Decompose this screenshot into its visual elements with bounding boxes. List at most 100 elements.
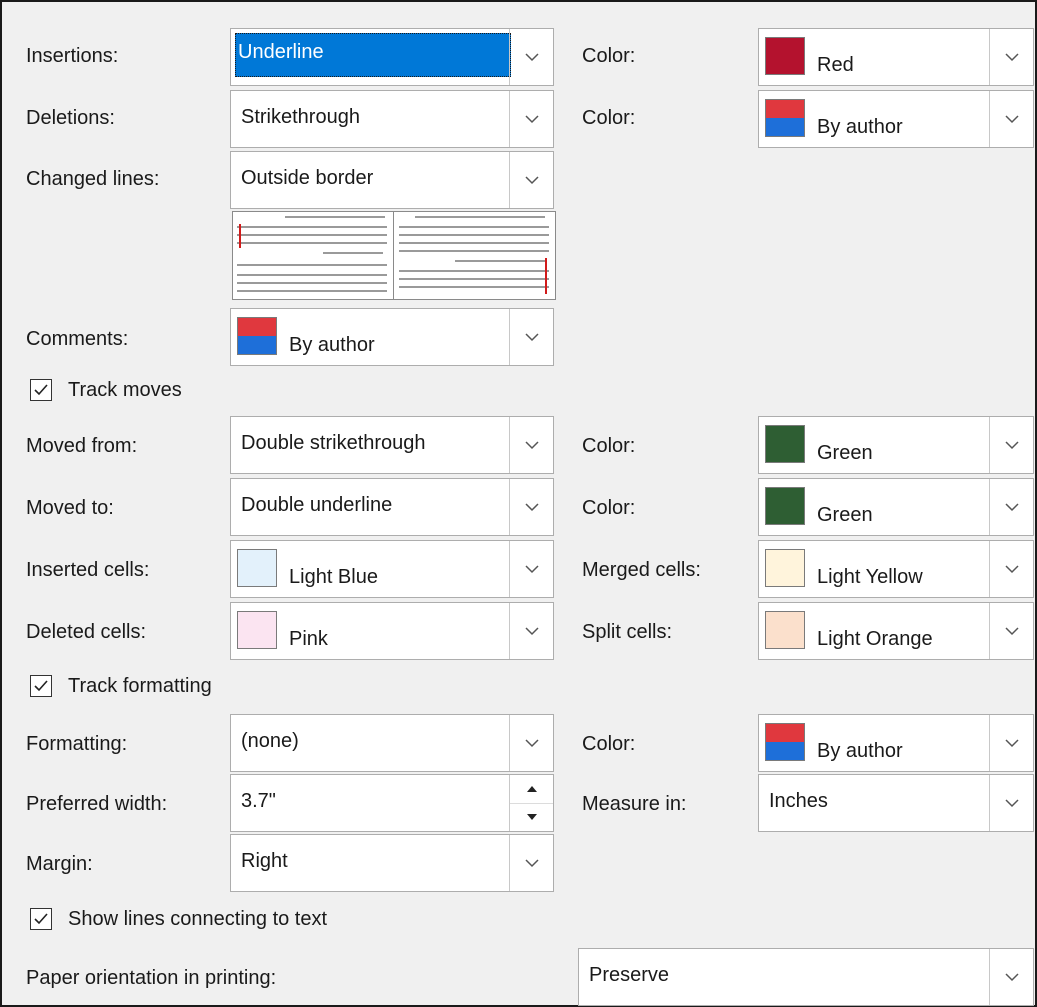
inserted-cells-value: Light Blue bbox=[289, 566, 378, 588]
margin-dropdown[interactable]: Right bbox=[230, 834, 554, 892]
insertions-color-label: Color: bbox=[582, 45, 636, 67]
chevron-down-icon[interactable] bbox=[989, 417, 1033, 473]
deleted-cells-value: Pink bbox=[289, 628, 328, 650]
comments-value: By author bbox=[289, 334, 375, 356]
track-formatting-label[interactable]: Track formatting bbox=[68, 674, 212, 698]
color-swatch-pink bbox=[237, 611, 277, 649]
formatting-color-label: Color: bbox=[582, 733, 636, 755]
formatting-color-dropdown[interactable]: By author bbox=[758, 714, 1034, 772]
deleted-cells-label: Deleted cells: bbox=[26, 621, 147, 643]
check-icon bbox=[34, 913, 48, 925]
color-swatch-light-blue bbox=[237, 549, 277, 587]
change-bar-right bbox=[545, 258, 547, 294]
paper-orientation-dropdown[interactable]: Preserve bbox=[578, 948, 1034, 1006]
triangle-up-icon[interactable] bbox=[510, 775, 553, 804]
check-icon bbox=[34, 680, 48, 692]
paper-orientation-label: Paper orientation in printing: bbox=[26, 967, 277, 989]
show-lines-label[interactable]: Show lines connecting to text bbox=[68, 907, 327, 931]
insertions-label: Insertions: bbox=[26, 45, 119, 67]
chevron-down-icon[interactable] bbox=[989, 91, 1033, 147]
moved-to-label: Moved to: bbox=[26, 497, 114, 519]
deleted-cells-dropdown[interactable]: Pink bbox=[230, 602, 554, 660]
measure-in-label: Measure in: bbox=[582, 793, 687, 815]
color-swatch-by-author bbox=[765, 99, 805, 137]
color-swatch-green bbox=[765, 425, 805, 463]
chevron-down-icon[interactable] bbox=[509, 152, 553, 208]
merged-cells-value: Light Yellow bbox=[817, 566, 923, 588]
chevron-down-icon[interactable] bbox=[509, 603, 553, 659]
preferred-width-value[interactable]: 3.7" bbox=[241, 789, 276, 813]
check-icon bbox=[34, 384, 48, 396]
merged-cells-label: Merged cells: bbox=[582, 559, 701, 581]
insertions-color-dropdown[interactable]: Red bbox=[758, 28, 1034, 86]
measure-in-dropdown[interactable]: Inches bbox=[758, 774, 1034, 832]
track-moves-label[interactable]: Track moves bbox=[68, 378, 182, 402]
chevron-down-icon[interactable] bbox=[509, 479, 553, 535]
formatting-value: (none) bbox=[241, 730, 299, 752]
deletions-color-value: By author bbox=[817, 116, 903, 138]
color-swatch-by-author bbox=[765, 723, 805, 761]
deletions-color-dropdown[interactable]: By author bbox=[758, 90, 1034, 148]
split-cells-label: Split cells: bbox=[582, 621, 673, 643]
changed-lines-dropdown[interactable]: Outside border bbox=[230, 151, 554, 209]
triangle-down-icon[interactable] bbox=[510, 803, 553, 831]
preferred-width-spinbox[interactable]: 3.7" bbox=[230, 774, 554, 832]
chevron-down-icon[interactable] bbox=[989, 479, 1033, 535]
color-swatch-light-orange bbox=[765, 611, 805, 649]
measure-in-value: Inches bbox=[769, 790, 828, 812]
chevron-down-icon[interactable] bbox=[509, 309, 553, 365]
comments-color-dropdown[interactable]: By author bbox=[230, 308, 554, 366]
formatting-color-value: By author bbox=[817, 740, 903, 762]
spin-buttons bbox=[509, 775, 553, 831]
formatting-dropdown[interactable]: (none) bbox=[230, 714, 554, 772]
deletions-value: Strikethrough bbox=[241, 106, 360, 128]
chevron-down-icon[interactable] bbox=[989, 541, 1033, 597]
preview-left-page bbox=[233, 212, 394, 299]
moved-to-dropdown[interactable]: Double underline bbox=[230, 478, 554, 536]
moved-from-value: Double strikethrough bbox=[241, 432, 426, 454]
chevron-down-icon[interactable] bbox=[509, 91, 553, 147]
moved-to-value: Double underline bbox=[241, 494, 393, 516]
changed-lines-label: Changed lines: bbox=[26, 168, 160, 190]
chevron-down-icon[interactable] bbox=[509, 541, 553, 597]
insertions-dropdown[interactable]: Underline bbox=[230, 28, 554, 86]
preview-right-page bbox=[395, 212, 555, 299]
track-changes-options-panel: Insertions: Underline Color: Red Deletio… bbox=[0, 0, 1037, 1007]
insertions-selected-value: Underline bbox=[235, 33, 511, 77]
color-swatch-by-author bbox=[237, 317, 277, 355]
moved-to-color-dropdown[interactable]: Green bbox=[758, 478, 1034, 536]
moved-from-dropdown[interactable]: Double strikethrough bbox=[230, 416, 554, 474]
chevron-down-icon[interactable] bbox=[509, 29, 553, 85]
color-swatch-light-yellow bbox=[765, 549, 805, 587]
moved-from-color-value: Green bbox=[817, 442, 873, 464]
merged-cells-dropdown[interactable]: Light Yellow bbox=[758, 540, 1034, 598]
paper-orientation-value: Preserve bbox=[589, 964, 670, 986]
chevron-down-icon[interactable] bbox=[989, 603, 1033, 659]
inserted-cells-label: Inserted cells: bbox=[26, 559, 150, 581]
track-moves-checkbox[interactable] bbox=[30, 379, 52, 401]
chevron-down-icon[interactable] bbox=[989, 29, 1033, 85]
change-bar-left bbox=[239, 224, 241, 248]
chevron-down-icon[interactable] bbox=[509, 715, 553, 771]
color-swatch-red bbox=[765, 37, 805, 75]
show-lines-checkbox[interactable] bbox=[30, 908, 52, 930]
split-cells-value: Light Orange bbox=[817, 628, 933, 650]
inserted-cells-dropdown[interactable]: Light Blue bbox=[230, 540, 554, 598]
deletions-dropdown[interactable]: Strikethrough bbox=[230, 90, 554, 148]
moved-to-color-value: Green bbox=[817, 504, 873, 526]
formatting-label: Formatting: bbox=[26, 733, 128, 755]
margin-label: Margin: bbox=[26, 853, 93, 875]
chevron-down-icon[interactable] bbox=[509, 417, 553, 473]
moved-from-label: Moved from: bbox=[26, 435, 138, 457]
chevron-down-icon[interactable] bbox=[509, 835, 553, 891]
chevron-down-icon[interactable] bbox=[989, 775, 1033, 831]
chevron-down-icon[interactable] bbox=[989, 715, 1033, 771]
changed-lines-value: Outside border bbox=[241, 167, 374, 189]
margin-value: Right bbox=[241, 850, 288, 872]
split-cells-dropdown[interactable]: Light Orange bbox=[758, 602, 1034, 660]
insertions-color-value: Red bbox=[817, 54, 854, 76]
track-formatting-checkbox[interactable] bbox=[30, 675, 52, 697]
comments-label: Comments: bbox=[26, 328, 129, 350]
moved-from-color-dropdown[interactable]: Green bbox=[758, 416, 1034, 474]
chevron-down-icon[interactable] bbox=[989, 949, 1033, 1005]
